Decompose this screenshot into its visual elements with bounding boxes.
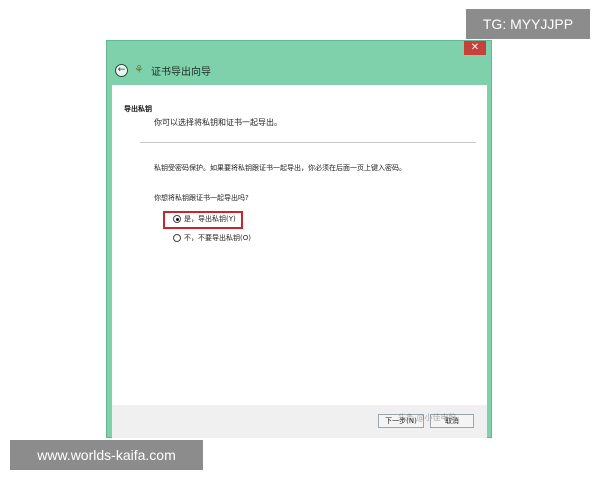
question-text: 你想将私钥跟证书一起导出吗?	[154, 194, 249, 202]
radio-export-private-key[interactable]: 是，导出私钥(Y)	[173, 214, 236, 224]
watermark-top-right: TG: MYYJJPP	[466, 9, 590, 39]
titlebar: ← ⚘ 证书导出向导	[107, 57, 491, 83]
section-description: 你可以选择将私钥和证书一起导出。	[154, 118, 282, 127]
radio-no-export-private-key[interactable]: 不，不要导出私钥(O)	[173, 233, 251, 243]
close-button[interactable]: ✕	[464, 41, 486, 55]
section-title: 导出私钥	[124, 105, 152, 113]
overlay-watermark: 头条 @小佳电脑	[398, 413, 457, 422]
wizard-footer: 下一步(N) 取消 头条 @小佳电脑	[112, 405, 487, 438]
radio-unselected-icon	[173, 234, 181, 242]
watermark-bottom-left: www.worlds-kaifa.com	[10, 440, 203, 470]
radio-label-yes: 是，导出私钥(Y)	[184, 215, 236, 223]
certificate-export-wizard-window: ✕ ← ⚘ 证书导出向导 导出私钥 你可以选择将私钥和证书一起导出。 私钥受密码…	[106, 40, 492, 448]
certificate-icon: ⚘	[134, 63, 144, 76]
info-text: 私钥受密码保护。如果要将私钥跟证书一起导出，你必须在后面一页上键入密码。	[154, 164, 406, 172]
radio-label-no: 不，不要导出私钥(O)	[184, 234, 251, 242]
divider	[140, 142, 476, 143]
radio-selected-icon	[173, 215, 181, 223]
wizard-content: 导出私钥 你可以选择将私钥和证书一起导出。 私钥受密码保护。如果要将私钥跟证书一…	[112, 85, 487, 448]
back-button[interactable]: ←	[115, 63, 128, 77]
close-icon: ✕	[470, 42, 480, 53]
back-arrow-icon: ←	[117, 64, 126, 75]
window-title: 证书导出向导	[151, 66, 211, 78]
